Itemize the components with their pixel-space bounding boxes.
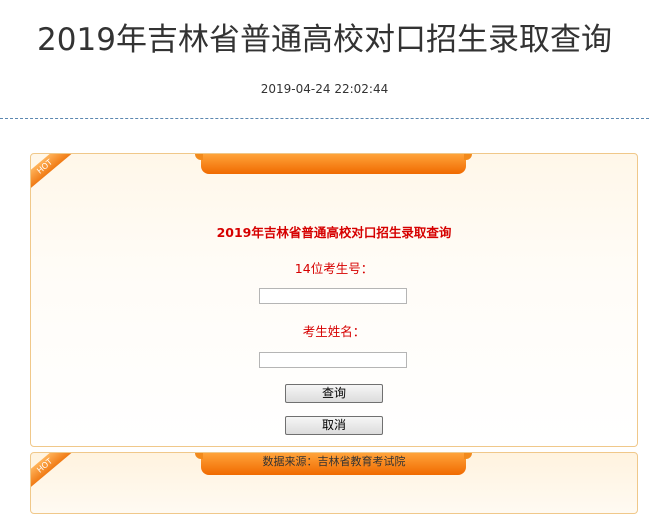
panel-tab-bar	[195, 154, 472, 174]
exam-number-input[interactable]	[259, 288, 407, 304]
source-text: 数据来源：吉林省教育考试院	[262, 455, 406, 468]
divider	[0, 118, 649, 119]
source-panel: HOT 数据来源：吉林省教育考试院	[30, 452, 638, 514]
exam-number-label: 14位考生号：	[294, 261, 374, 276]
panel-tab-bar: 数据来源：吉林省教育考试院	[195, 453, 472, 475]
publish-time: 2019-04-24 22:02:44	[260, 82, 389, 96]
query-button[interactable]: 查询	[285, 384, 383, 403]
name-label: 考生姓名：	[302, 324, 366, 339]
query-panel: HOT 2019年吉林省普通高校对口招生录取查询 14位考生号： 考生姓名： 查…	[30, 153, 638, 447]
form-title: 2019年吉林省普通高校对口招生录取查询	[216, 225, 452, 240]
page-title: 2019年吉林省普通高校对口招生录取查询	[37, 22, 612, 58]
hot-badge: HOT	[31, 154, 75, 193]
cancel-button[interactable]: 取消	[285, 416, 383, 435]
name-input[interactable]	[259, 352, 407, 368]
